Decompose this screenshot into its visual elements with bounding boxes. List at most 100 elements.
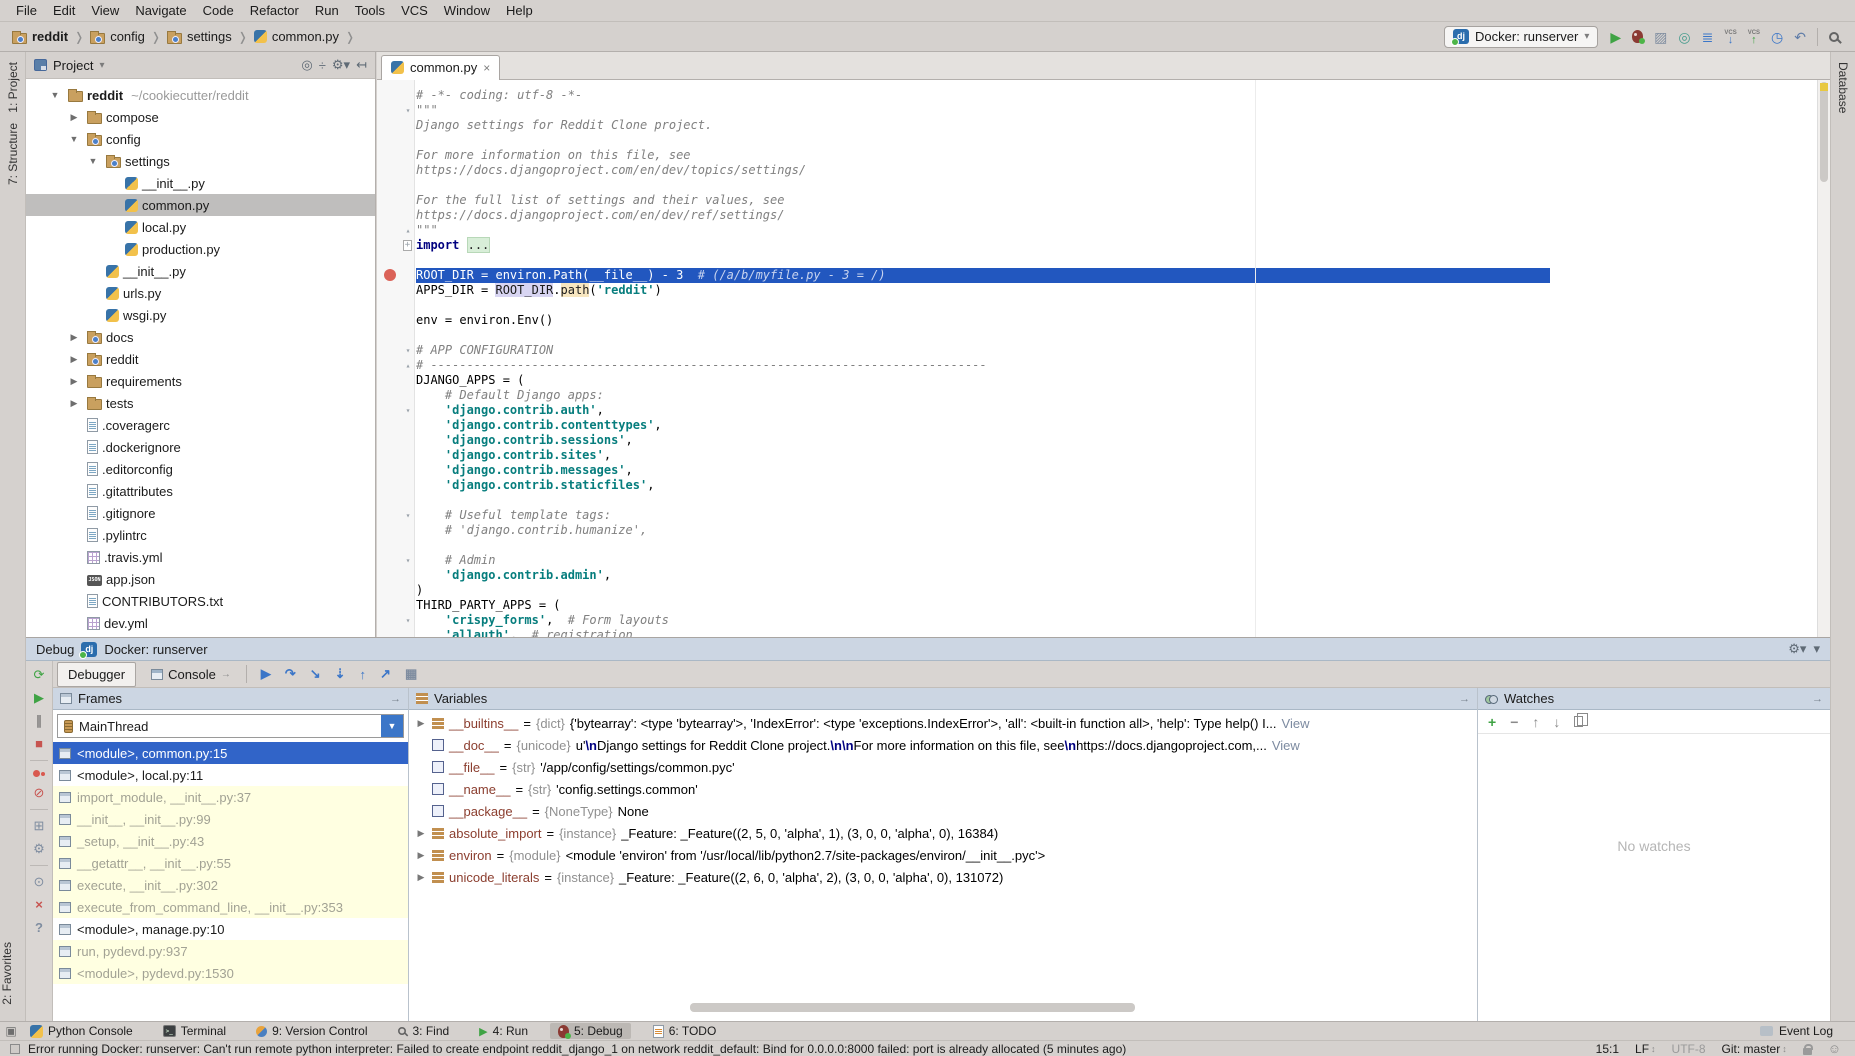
frame-row[interactable]: <module>, manage.py:10 bbox=[53, 918, 408, 940]
tree-item[interactable]: ▶tests bbox=[26, 392, 375, 414]
view-link[interactable]: View bbox=[1272, 738, 1300, 753]
lock-icon[interactable] bbox=[1803, 1048, 1812, 1055]
rollback-icon[interactable]: ↶ bbox=[1794, 30, 1806, 44]
chevron-collapsed-icon[interactable]: ▶ bbox=[65, 398, 83, 409]
status-widget-lf[interactable]: LF↕ bbox=[1635, 1042, 1656, 1056]
tree-item[interactable]: __init__.py bbox=[26, 172, 375, 194]
settings-icon[interactable]: ⚙ bbox=[30, 842, 48, 856]
tool-window-button-find[interactable]: 3: Find bbox=[389, 1023, 457, 1039]
tree-item[interactable]: dev.yml bbox=[26, 612, 375, 634]
variable-row[interactable]: ▶environ = {module} <module 'environ' fr… bbox=[409, 844, 1477, 866]
step-into-icon[interactable]: ↘ bbox=[310, 666, 321, 682]
run-config-selector[interactable]: dj Docker: runserver ▾ bbox=[1444, 26, 1598, 48]
stop-icon[interactable]: ■ bbox=[30, 737, 48, 751]
chevron-collapsed-icon[interactable]: ▶ bbox=[65, 332, 83, 343]
background-task-icon[interactable] bbox=[10, 1044, 20, 1054]
remove-icon[interactable]: − bbox=[1510, 714, 1518, 730]
variable-row[interactable]: __package__ = {NoneType} None bbox=[409, 800, 1477, 822]
fold-open-icon[interactable]: ▾ bbox=[403, 343, 413, 358]
menu-item-refactor[interactable]: Refactor bbox=[242, 1, 307, 20]
chevron-collapsed-icon[interactable]: ▶ bbox=[65, 376, 83, 387]
collapse-all-icon[interactable]: ÷ bbox=[319, 58, 326, 73]
tab-console[interactable]: Console→ bbox=[140, 662, 242, 687]
breakpoint-icon[interactable] bbox=[384, 269, 396, 281]
profiler-icon[interactable]: ◎ bbox=[1678, 30, 1690, 44]
breadcrumb-item[interactable]: reddit bbox=[12, 29, 68, 44]
vcs-update-icon[interactable]: ↓ bbox=[1724, 30, 1736, 44]
tree-item[interactable]: local.py bbox=[26, 216, 375, 238]
fold-open-icon[interactable]: ▾ bbox=[403, 553, 413, 568]
menu-item-vcs[interactable]: VCS bbox=[393, 1, 436, 20]
close-icon[interactable]: × bbox=[30, 898, 48, 912]
expand-arrow-icon[interactable]: ▶ bbox=[415, 718, 427, 729]
tool-window-button-terminal[interactable]: Terminal bbox=[155, 1023, 234, 1039]
variable-row[interactable]: ▶unicode_literals = {instance} _Feature:… bbox=[409, 866, 1477, 888]
chevron-collapsed-icon[interactable]: ▶ bbox=[65, 354, 83, 365]
evaluate-expression-icon[interactable]: ▦ bbox=[405, 666, 417, 682]
tree-item[interactable]: .gitattributes bbox=[26, 480, 375, 502]
menu-item-run[interactable]: Run bbox=[307, 1, 347, 20]
add-icon[interactable]: + bbox=[1488, 714, 1496, 730]
tree-item[interactable]: CONTRIBUTORS.txt bbox=[26, 590, 375, 612]
tool-window-button-run[interactable]: ▶4: Run bbox=[471, 1023, 536, 1039]
pin-icon[interactable]: ⊙ bbox=[30, 875, 48, 889]
resume-icon[interactable]: ▶ bbox=[30, 691, 48, 705]
status-widget-15-1[interactable]: 15:1 bbox=[1596, 1042, 1619, 1056]
view-breakpoints-icon[interactable] bbox=[33, 770, 45, 777]
variable-row[interactable]: ▶__builtins__ = {dict} {'bytearray': <ty… bbox=[409, 712, 1477, 734]
tool-window-button-vcs[interactable]: 9: Version Control bbox=[248, 1023, 375, 1039]
chevron-expanded-icon[interactable]: ▼ bbox=[84, 156, 102, 166]
frame-row[interactable]: execute_from_command_line, __init__.py:3… bbox=[53, 896, 408, 918]
tab-debugger[interactable]: Debugger bbox=[57, 662, 136, 687]
pause-icon[interactable]: ∥ bbox=[30, 714, 48, 728]
tree-item[interactable]: ▼settings bbox=[26, 150, 375, 172]
hide-icon[interactable]: ▾ bbox=[1813, 641, 1820, 657]
variable-row[interactable]: __name__ = {str} 'config.settings.common… bbox=[409, 778, 1477, 800]
horizontal-scrollbar[interactable] bbox=[690, 1003, 1135, 1012]
fold-open-icon[interactable]: ▾ bbox=[403, 403, 413, 418]
tree-item[interactable]: .gitignore bbox=[26, 502, 375, 524]
history-icon[interactable]: ◷ bbox=[1771, 30, 1783, 44]
scrollbar-thumb[interactable] bbox=[1820, 82, 1828, 182]
step-over-icon[interactable]: ↷ bbox=[285, 666, 296, 682]
tasks-icon[interactable]: ≣ bbox=[1702, 30, 1714, 44]
gear-icon[interactable]: ⚙▾ bbox=[1788, 641, 1806, 657]
search-everywhere-icon[interactable] bbox=[1829, 32, 1839, 42]
hector-icon[interactable]: ☺ bbox=[1828, 1042, 1841, 1055]
tree-item[interactable]: __init__.py bbox=[26, 260, 375, 282]
tool-window-switcher-icon[interactable]: ▣ bbox=[0, 1024, 22, 1038]
restore-layout-icon[interactable]: ⊞ bbox=[30, 819, 48, 833]
thread-selector[interactable]: MainThread ▼ bbox=[57, 714, 404, 738]
expand-arrow-icon[interactable]: ▶ bbox=[415, 828, 427, 839]
tree-item[interactable]: .dockerignore bbox=[26, 436, 375, 458]
tree-item[interactable]: ▼config bbox=[26, 128, 375, 150]
tree-item[interactable]: .coveragerc bbox=[26, 414, 375, 436]
status-widget-git-master[interactable]: Git: master↕ bbox=[1722, 1042, 1787, 1056]
chevron-down-icon[interactable]: ▼ bbox=[381, 715, 403, 737]
editor[interactable]: # -*- coding: utf-8 -*-"""Django setting… bbox=[377, 80, 1830, 637]
view-link[interactable]: View bbox=[1282, 716, 1310, 731]
dock-icon[interactable]: → bbox=[390, 693, 401, 705]
fold-open-icon[interactable]: ▾ bbox=[403, 508, 413, 523]
warning-stripe-mark[interactable] bbox=[1820, 83, 1828, 91]
move-up-icon[interactable]: ↑ bbox=[1532, 714, 1539, 730]
step-out-icon[interactable]: ↑ bbox=[360, 667, 367, 682]
fold-close-icon[interactable]: ▴ bbox=[403, 358, 413, 373]
tree-item[interactable]: production.py bbox=[26, 238, 375, 260]
expand-arrow-icon[interactable]: ▶ bbox=[415, 850, 427, 861]
menu-item-file[interactable]: File bbox=[8, 1, 45, 20]
tree-item[interactable]: app.json bbox=[26, 568, 375, 590]
coverage-icon[interactable]: ▨ bbox=[1654, 30, 1667, 44]
tree-item[interactable]: ▶requirements bbox=[26, 370, 375, 392]
force-step-into-icon[interactable]: ⇣ bbox=[335, 666, 346, 682]
close-icon[interactable]: × bbox=[483, 61, 490, 75]
rerun-icon[interactable]: ⟳ bbox=[30, 668, 48, 682]
variable-row[interactable]: __doc__ = {unicode} u'\nDjango settings … bbox=[409, 734, 1477, 756]
menu-item-navigate[interactable]: Navigate bbox=[127, 1, 194, 20]
project-panel-title[interactable]: Project bbox=[53, 58, 93, 73]
hide-icon[interactable]: ↤ bbox=[356, 57, 367, 73]
dock-icon[interactable]: → bbox=[1812, 693, 1823, 705]
variable-row[interactable]: ▶absolute_import = {instance} _Feature: … bbox=[409, 822, 1477, 844]
breadcrumb-item[interactable]: settings bbox=[167, 29, 232, 44]
run-icon[interactable]: ▶ bbox=[1610, 30, 1621, 44]
